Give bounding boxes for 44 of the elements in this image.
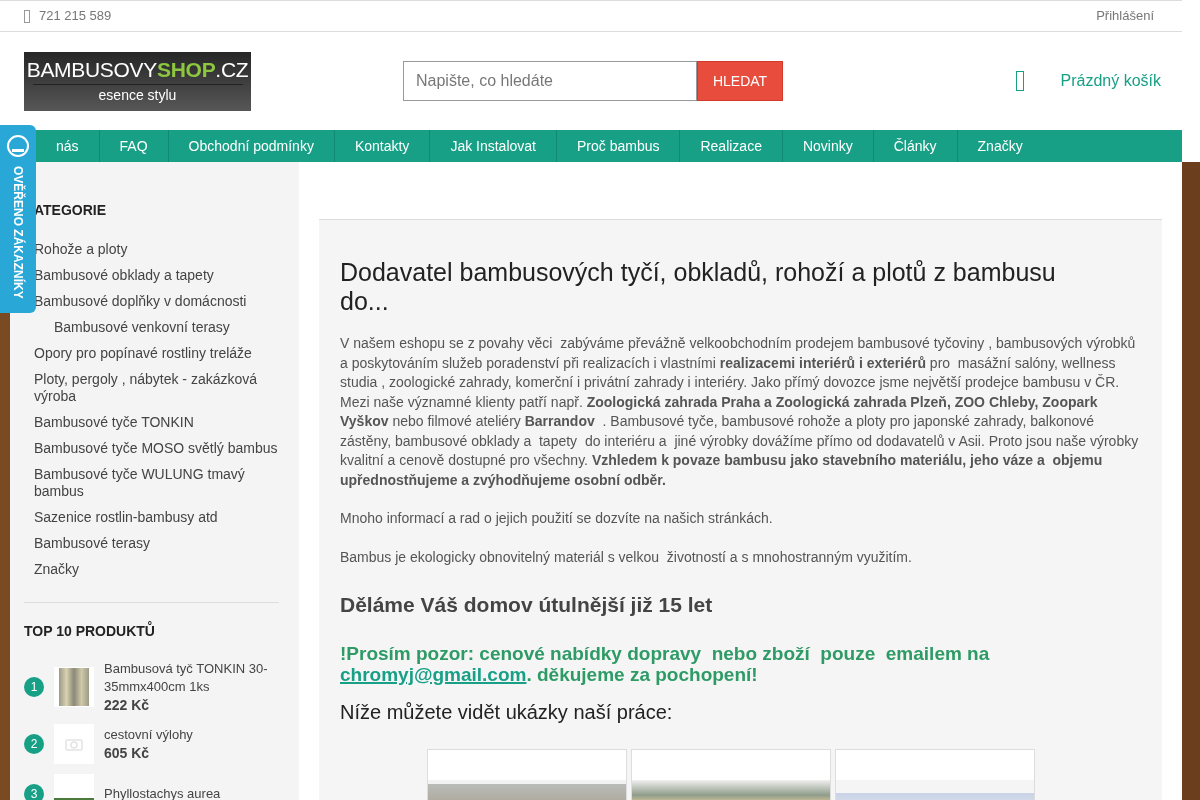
sidebar-heading: ATEGORIE bbox=[33, 201, 108, 220]
category-link[interactable]: Bambusové obklady a tapety bbox=[34, 267, 279, 284]
category-link[interactable]: Bambusové tyče MOSO světlý bambus bbox=[34, 440, 279, 457]
gallery-photo[interactable] bbox=[834, 748, 1035, 800]
sidebar-heading: TOP 10 PRODUKTŮ bbox=[24, 621, 156, 641]
category-link[interactable]: Ploty, pergoly , nábytek - zakázková výroba bbox=[34, 371, 279, 405]
logo-text: BAMBUSOVY bbox=[26, 57, 158, 81]
category-link[interactable]: Bambusové doplňky v domácnosti bbox=[34, 293, 279, 310]
category-link[interactable]: Značky bbox=[34, 561, 279, 578]
notice-text: !Prosím pozor: cenové nabídky dopravy nebo zboží pouze emailem na chromyj@gmail.com. děkujeme za pochopení! bbox=[340, 642, 991, 685]
logo[interactable]: BAMBUSOVYSHOP.CZ esence stylu bbox=[24, 51, 251, 111]
product-price: 605 Kč bbox=[104, 744, 151, 762]
logo-text: SHOP bbox=[157, 57, 216, 81]
phone-number[interactable]: 721 215 589 bbox=[39, 6, 112, 26]
category-link[interactable]: Bambusové tyče WULUNG tmavý bambus bbox=[34, 466, 279, 500]
category-link[interactable]: Bambusové tyče TONKIN bbox=[34, 414, 279, 431]
gallery-photo[interactable] bbox=[426, 748, 627, 800]
rank-badge: 2 bbox=[24, 734, 44, 754]
badge-label: OVĚŘENO ZÁKAZNÍKY bbox=[10, 166, 27, 299]
subheading: Děláme Váš domov útulnější již 15 let bbox=[340, 592, 714, 618]
logo-text: .CZ bbox=[215, 57, 249, 81]
product-name[interactable]: Phyllostachys aurea bbox=[104, 785, 274, 800]
product-price: 222 Kč bbox=[104, 696, 151, 714]
rank-badge: 3 bbox=[24, 784, 44, 800]
product-name[interactable]: Bambusová tyč TONKIN 30-35mmx400cm 1ks bbox=[104, 660, 274, 696]
gallery-photo[interactable] bbox=[630, 748, 831, 800]
body-paragraph: V našem eshopu se z povahy věci zabýváme převážně velkoobchodním prodejem bambusové tyčoviny , bambusových výrobků a poskytováním služeb poradenství při realizacích i vlastními realizacemi interiérů i exteriérů pro masážní salóny, wellness studia , zoologické zahrady, komerční i privátní zahrady i interiéry. Jako přímý dovozce jsme největší prodejce bambusu v ČR. Mezi naše významné klienty patří např. Zoologická zahrada Praha a Zoologická zahrada Plzeň, ZOO Chleby, Zoopark Vyškov nebo filmové ateliéry Barrandov . Bambusové tyče, bambusové rohože a ploty pro japonské zahrady, balkonové zástěny, bambusové obklady a tapety do interiéru a jiné výrobky dovážíme přímo od dodavatelů v Asii. Proto jsou naše výrobky kvalitní a cenově dostupné pro všechny. Vzhledem k povaze bambusu jako stavebního materiálu, jeho váze a objemu upřednostňujeme a zvýhodňujeme osobní odběr. bbox=[340, 334, 1140, 490]
logo-tagline: esence stylu bbox=[98, 85, 177, 105]
category-link[interactable]: Opory pro popínavé rostliny treláže bbox=[34, 345, 279, 362]
gallery-heading: Níže můžete vidět ukázky naší práce: bbox=[340, 699, 674, 725]
category-link[interactable]: Bambusové venkovní terasy bbox=[34, 319, 279, 336]
product-name[interactable]: cestovní výlohy bbox=[104, 726, 274, 744]
camera-icon bbox=[65, 737, 83, 751]
login-link[interactable]: Přihlášení bbox=[1096, 6, 1154, 26]
product-photo bbox=[54, 667, 94, 707]
search-field[interactable]: Napište, co hledáte bbox=[403, 61, 697, 101]
body-paragraph: Mnoho informací a rad o jejich použití se dozvíte na našich stránkách. bbox=[340, 509, 774, 528]
search-button[interactable]: HLEDAT bbox=[697, 61, 783, 101]
rank-badge: 1 bbox=[24, 677, 44, 697]
category-link[interactable]: Sazenice rostlin-bambusy atd bbox=[34, 509, 279, 526]
seal-icon bbox=[6, 134, 30, 158]
category-link[interactable]: Bambusové terasy bbox=[34, 535, 279, 552]
body-paragraph: Bambus je ekologicky obnovitelný materiál s velkou životností a s mnohostranným využitím. bbox=[340, 547, 913, 567]
page-heading: Dodavatel bambusových tyčí, obkladů, rohoží a plotů z bambusu do... bbox=[340, 258, 1057, 316]
